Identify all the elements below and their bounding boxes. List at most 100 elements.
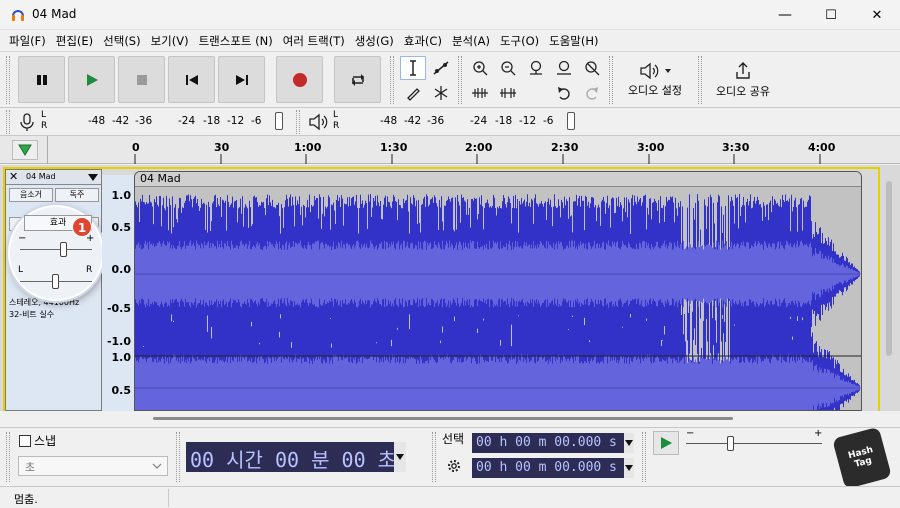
toolbar-grip[interactable] bbox=[390, 56, 394, 104]
play-button[interactable] bbox=[68, 56, 115, 103]
selection-start-dropdown[interactable] bbox=[624, 433, 634, 453]
clip-title-bar[interactable]: 04 Mad bbox=[135, 172, 861, 187]
horizontal-scroll-thumb[interactable] bbox=[153, 417, 733, 420]
track-name[interactable]: 04 Mad bbox=[26, 172, 56, 181]
speaker-icon bbox=[640, 62, 671, 80]
snap-checkbox[interactable] bbox=[19, 435, 31, 447]
selection-end-dropdown[interactable] bbox=[624, 458, 634, 478]
record-button[interactable] bbox=[276, 56, 323, 103]
skip-end-icon bbox=[235, 74, 248, 85]
redo-icon[interactable] bbox=[579, 81, 605, 105]
chevron-down-icon bbox=[396, 454, 404, 460]
toolbar-grip[interactable] bbox=[642, 432, 646, 482]
pause-button[interactable] bbox=[18, 56, 65, 103]
horizontal-scrollbar[interactable] bbox=[0, 411, 900, 427]
window-title: 04 Mad bbox=[32, 7, 77, 21]
silence-audio-icon[interactable] bbox=[495, 81, 521, 105]
selection-toolbar: 스냅 초 00 시간 00 분 00 초 선택 00 h 00 m 00.000… bbox=[0, 426, 900, 490]
speed-slider-handle[interactable] bbox=[727, 436, 734, 451]
menu-generate[interactable]: 생성(G) bbox=[350, 30, 399, 51]
skip-to-end-button[interactable] bbox=[218, 56, 265, 103]
trim-audio-icon[interactable] bbox=[467, 81, 493, 105]
ruler-tick-label: 4:00 bbox=[808, 141, 836, 154]
skip-to-start-button[interactable] bbox=[168, 56, 215, 103]
envelope-tool-icon[interactable] bbox=[428, 56, 454, 80]
maximize-button[interactable]: ☐ bbox=[808, 0, 854, 30]
speed-slider-track[interactable] bbox=[686, 443, 822, 444]
solo-button[interactable]: 독주 bbox=[55, 188, 99, 202]
toolbar-grip[interactable] bbox=[296, 110, 300, 134]
menu-effect[interactable]: 효과(C) bbox=[399, 30, 447, 51]
time-format-dropdown[interactable] bbox=[394, 442, 406, 472]
selection-tool-icon[interactable] bbox=[400, 56, 426, 80]
speaker-icon[interactable] bbox=[308, 113, 328, 131]
play-at-speed-button[interactable] bbox=[653, 431, 679, 455]
ruler-tick-label: 1:00 bbox=[294, 141, 322, 154]
track-close-button[interactable]: ✕ bbox=[9, 170, 18, 183]
audio-clip[interactable]: 04 Mad bbox=[134, 171, 862, 411]
pan-slider-handle[interactable] bbox=[52, 274, 59, 289]
zoom-toggle-icon[interactable] bbox=[579, 56, 605, 80]
status-divider bbox=[168, 489, 169, 507]
time-display[interactable]: 00 시간 00 분 00 초 bbox=[186, 442, 406, 472]
toolbar-grip[interactable] bbox=[6, 56, 10, 104]
fit-project-icon[interactable] bbox=[551, 56, 577, 80]
audio-setup-button[interactable]: 오디오 설정 bbox=[618, 56, 692, 104]
selection-label: 선택 bbox=[442, 432, 465, 446]
toolbar-grip[interactable] bbox=[609, 56, 613, 104]
amplitude-ruler[interactable]: 1.0 0.5 0.0 -0.5 -1.0 1.0 0.5 bbox=[102, 175, 134, 411]
toolbar-grip[interactable] bbox=[432, 432, 436, 482]
play-meter-tick: -12 bbox=[519, 115, 537, 127]
menu-view[interactable]: 보기(V) bbox=[146, 30, 194, 51]
toolbar-grip[interactable] bbox=[458, 56, 462, 104]
waveform-display[interactable] bbox=[135, 188, 862, 411]
vertical-scrollbar[interactable] bbox=[886, 181, 892, 356]
snap-unit-select[interactable]: 초 bbox=[18, 456, 168, 476]
toolbar-grip[interactable] bbox=[6, 110, 10, 134]
play-icon bbox=[661, 437, 672, 449]
menu-file[interactable]: 파일(F) bbox=[4, 30, 51, 51]
playback-meter-slider[interactable] bbox=[567, 112, 575, 130]
loop-button[interactable] bbox=[334, 56, 381, 103]
mute-button[interactable]: 음소거 bbox=[9, 188, 53, 202]
menu-transport[interactable]: 트랜스포트 (N) bbox=[194, 30, 278, 51]
close-button[interactable]: ✕ bbox=[854, 0, 900, 30]
zoom-in-icon[interactable] bbox=[467, 56, 493, 80]
stop-button[interactable] bbox=[118, 56, 165, 103]
draw-tool-icon[interactable] bbox=[400, 81, 426, 105]
toolbar-grip[interactable] bbox=[6, 432, 10, 482]
record-meter-slider[interactable] bbox=[275, 112, 283, 130]
menu-analyze[interactable]: 분석(A) bbox=[447, 30, 495, 51]
menu-tools[interactable]: 도구(O) bbox=[495, 30, 544, 51]
gain-slider-track[interactable] bbox=[20, 249, 92, 250]
toolbar-grip[interactable] bbox=[698, 56, 702, 104]
toolbar-grip[interactable] bbox=[176, 432, 180, 482]
amp-label: 1.0 bbox=[111, 351, 132, 364]
multi-tool-icon[interactable] bbox=[428, 81, 454, 105]
zoom-out-icon[interactable] bbox=[495, 56, 521, 80]
ruler-tick-label: 1:30 bbox=[380, 141, 408, 154]
menu-select[interactable]: 선택(S) bbox=[98, 30, 145, 51]
gain-slider-handle[interactable] bbox=[60, 242, 67, 257]
track-menu-dropdown-icon[interactable] bbox=[88, 174, 98, 181]
record-meter-tick: -6 bbox=[251, 115, 262, 127]
menu-help[interactable]: 도움말(H) bbox=[544, 30, 603, 51]
record-meter-lr: LR bbox=[41, 110, 48, 131]
audacity-logo-icon bbox=[12, 10, 24, 21]
menu-tracks[interactable]: 여러 트랙(T) bbox=[278, 30, 350, 51]
record-meter[interactable]: -48 -42 -36 -24 -18 -12 -6 bbox=[50, 112, 288, 134]
status-text: 멈춤. bbox=[14, 493, 38, 506]
record-meter-tick: -48 bbox=[88, 115, 106, 127]
playback-meter[interactable]: -48 -42 -36 -24 -18 -12 -6 bbox=[342, 112, 580, 134]
selection-start-field[interactable]: 00 h 00 m 00.000 s bbox=[472, 433, 634, 453]
microphone-icon[interactable] bbox=[18, 112, 36, 132]
selection-end-field[interactable]: 00 h 00 m 00.000 s bbox=[472, 458, 634, 478]
gear-icon[interactable] bbox=[446, 458, 462, 474]
undo-icon[interactable] bbox=[551, 81, 577, 105]
timeline-ruler[interactable]: 0 30 1:00 1:30 2:00 2:30 3:00 3:30 4:00 bbox=[0, 136, 900, 164]
menu-edit[interactable]: 편집(E) bbox=[51, 30, 98, 51]
audio-share-button[interactable]: 오디오 공유 bbox=[707, 56, 779, 104]
ruler-tick-label: 3:00 bbox=[637, 141, 665, 154]
fit-selection-icon[interactable] bbox=[523, 56, 549, 80]
minimize-button[interactable]: — bbox=[762, 0, 808, 30]
